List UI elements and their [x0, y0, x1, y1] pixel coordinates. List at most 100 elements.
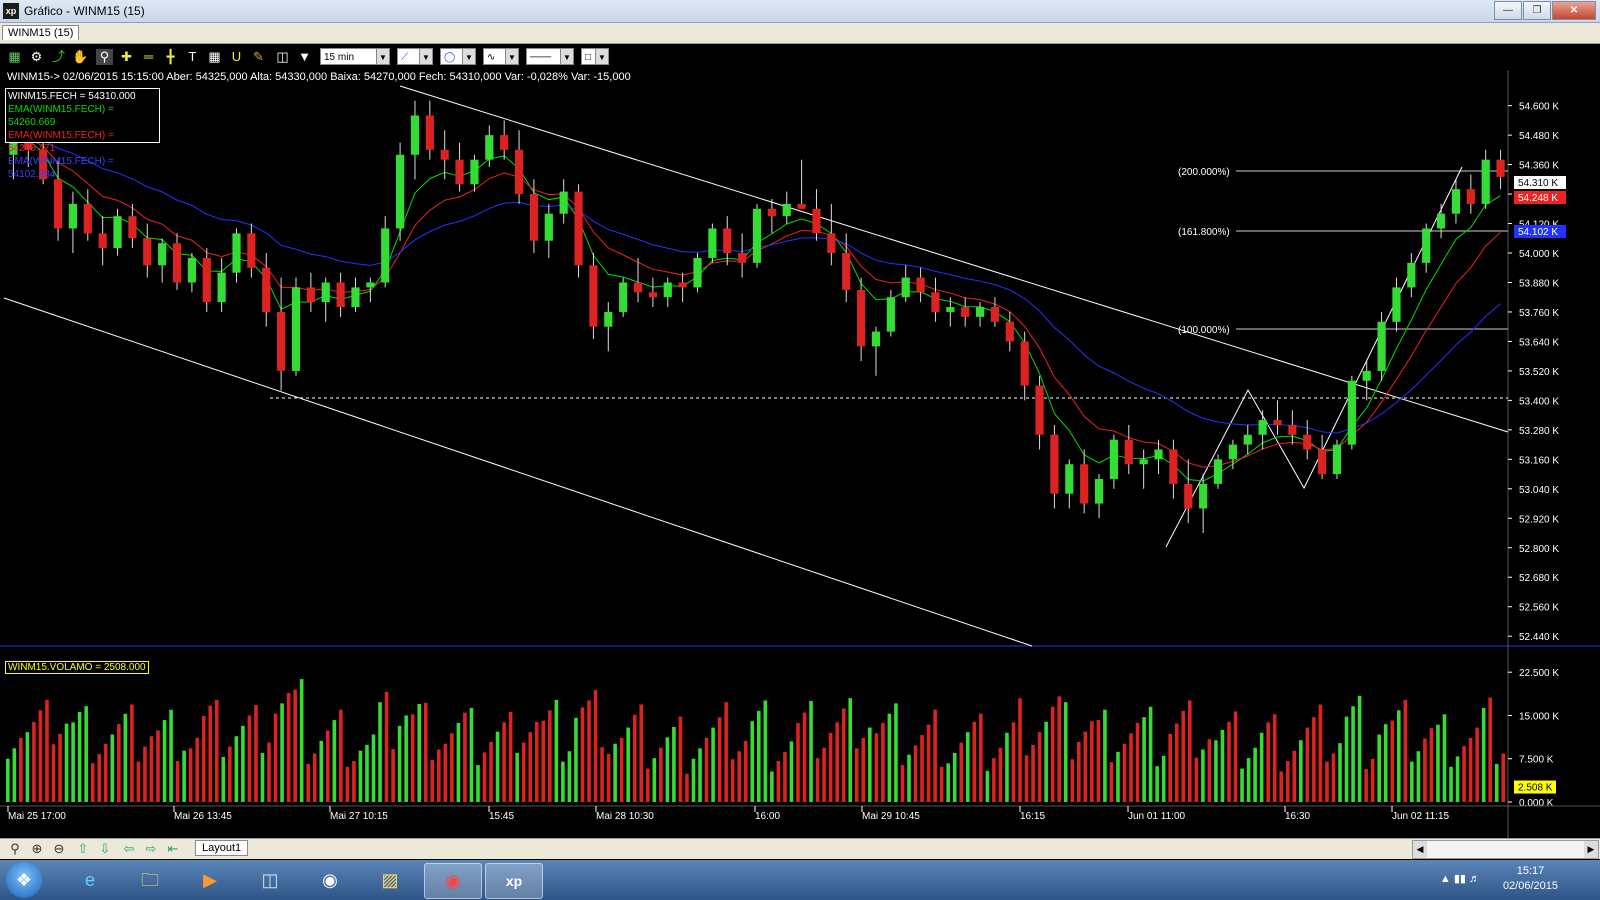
- candle-body: [1377, 321, 1386, 371]
- volume-bar: [201, 716, 206, 802]
- volume-bar: [1266, 722, 1270, 802]
- candle-body: [321, 282, 330, 303]
- line-style-select[interactable]: ─── ▼: [526, 48, 574, 65]
- magnet-icon[interactable]: U: [228, 49, 245, 65]
- volume-bar: [952, 752, 957, 802]
- filter-icon[interactable]: ▼: [296, 49, 313, 65]
- minimize-button[interactable]: —: [1494, 1, 1522, 20]
- volume-bar: [273, 713, 278, 802]
- indicator-select[interactable]: ∿ ▼: [483, 48, 519, 65]
- horizontal-scrollbar[interactable]: ◀ ▶: [1412, 840, 1599, 859]
- tray-icons[interactable]: ▲ ▮▮ ♬: [1440, 872, 1480, 885]
- candle-body: [916, 277, 925, 293]
- calculator-icon[interactable]: ▦: [206, 49, 223, 65]
- scroll-left-icon[interactable]: ◀: [1413, 841, 1427, 858]
- tab-winm15[interactable]: WINM15 (15): [2, 25, 80, 40]
- chart-bottom-bar: ⚲ ⊕ ⊖ ⇧ ⇩ ⇦ ⇨ ⇤ Layout1 ◀ ▶: [0, 838, 1600, 859]
- arrow-right-icon[interactable]: ⇨: [142, 841, 160, 857]
- trend-icon[interactable]: ⤴: [50, 49, 67, 65]
- candle-body: [961, 307, 970, 317]
- volume-bar: [19, 737, 23, 802]
- gear-icon[interactable]: ⚙: [28, 49, 45, 65]
- volume-bar: [737, 751, 742, 802]
- volume-bar: [64, 723, 69, 802]
- clipboard-icon[interactable]: ◫: [274, 49, 291, 65]
- chrome-icon[interactable]: ◉: [424, 863, 482, 899]
- files-icon[interactable]: ▨: [362, 863, 418, 897]
- hp-icon[interactable]: ◉: [302, 863, 358, 897]
- maximize-button[interactable]: ❐: [1523, 1, 1551, 20]
- volume-bar: [521, 742, 526, 802]
- volume-bar: [1462, 746, 1466, 802]
- candle-body: [1109, 439, 1119, 479]
- eraser-icon[interactable]: ✎: [250, 49, 267, 65]
- ie-icon[interactable]: e: [62, 863, 118, 897]
- volume-bar: [698, 748, 702, 802]
- candle-body: [351, 287, 360, 308]
- scroll-right-icon[interactable]: ▶: [1584, 841, 1598, 858]
- price-chart[interactable]: 54.600 K54.480 K54.360 K54.240 K54.120 K…: [0, 70, 1600, 838]
- volume-bar: [1031, 744, 1035, 802]
- volume-bar: [672, 727, 676, 802]
- close-button[interactable]: ✕: [1552, 1, 1596, 20]
- start-button[interactable]: ❖: [6, 862, 42, 898]
- network-icon[interactable]: ◫: [242, 863, 298, 897]
- zoom-in-icon[interactable]: ⊕: [28, 841, 46, 857]
- candle-body: [217, 272, 226, 303]
- candle-body: [83, 203, 92, 234]
- grid-lines-icon[interactable]: ╋: [162, 49, 179, 65]
- horizontal-line-icon[interactable]: ═: [140, 49, 157, 65]
- volume-bar: [1148, 706, 1153, 802]
- zoom-out-icon[interactable]: ⊖: [50, 841, 68, 857]
- volume-bar: [169, 709, 173, 802]
- layout-tab[interactable]: Layout1: [195, 840, 249, 856]
- legend-ema-mid: EMA(WINM15.FECH) = 54248.471: [8, 130, 114, 154]
- shape-tool-select[interactable]: ◯ ▼: [440, 48, 476, 65]
- volume-bar: [534, 721, 539, 802]
- indicator-icon: ∿: [487, 52, 496, 63]
- volume-bar: [894, 703, 898, 802]
- price-axis-label: 53.280 K: [1519, 426, 1559, 437]
- volume-bar: [6, 758, 10, 802]
- arrow-back-icon[interactable]: ⇤: [164, 841, 182, 857]
- color-select[interactable]: □ ▼: [581, 48, 609, 65]
- zoom-icon[interactable]: ⚲: [6, 841, 24, 857]
- clock-time: 15:17: [1516, 865, 1545, 877]
- volume-bar: [828, 732, 833, 802]
- volume-bar: [84, 706, 88, 802]
- interval-select[interactable]: 15 min ▼: [320, 48, 390, 65]
- candle-body: [1436, 213, 1446, 229]
- clock[interactable]: 15:17 02/06/2015: [1503, 864, 1558, 894]
- volume-bar: [1455, 756, 1460, 802]
- volume-bar: [143, 746, 147, 802]
- price-axis-label: 53.520 K: [1519, 367, 1559, 378]
- candle-body: [336, 282, 345, 308]
- volume-bar: [665, 737, 670, 802]
- text-tool-icon[interactable]: T: [184, 49, 201, 65]
- volume-bar: [365, 744, 369, 802]
- xp-taskbar-icon[interactable]: xp: [485, 863, 543, 899]
- time-axis-label: Mai 27 10:15: [330, 811, 388, 822]
- candle-body: [68, 203, 78, 229]
- crosshair-icon[interactable]: ✚: [118, 49, 135, 65]
- hand-icon[interactable]: ✋: [72, 49, 89, 65]
- price-axis-label: 53.760 K: [1519, 308, 1559, 319]
- arrow-up-icon[interactable]: ⇧: [74, 841, 92, 857]
- chart-type-icon[interactable]: ▦: [6, 49, 23, 65]
- volume-bar: [1416, 751, 1421, 802]
- line-tool-select[interactable]: ⟋ ▼: [397, 48, 433, 65]
- volume-axis-label: 0.000 K: [1519, 798, 1554, 809]
- volume-bar: [1181, 710, 1186, 802]
- candle-body: [1332, 444, 1342, 475]
- volume-bar: [835, 722, 839, 802]
- zoom-area-icon[interactable]: ⚲: [96, 49, 113, 65]
- time-axis-label: Mai 25 17:00: [8, 811, 66, 822]
- arrow-down-icon[interactable]: ⇩: [96, 841, 114, 857]
- arrow-left-icon[interactable]: ⇦: [120, 841, 138, 857]
- volume-bar: [1436, 724, 1440, 802]
- media-player-icon[interactable]: ▶: [182, 863, 238, 897]
- volume-bar: [260, 752, 265, 802]
- candle-body: [366, 282, 375, 288]
- folder-icon[interactable]: 🗀: [122, 863, 178, 897]
- candle-body: [1481, 159, 1490, 204]
